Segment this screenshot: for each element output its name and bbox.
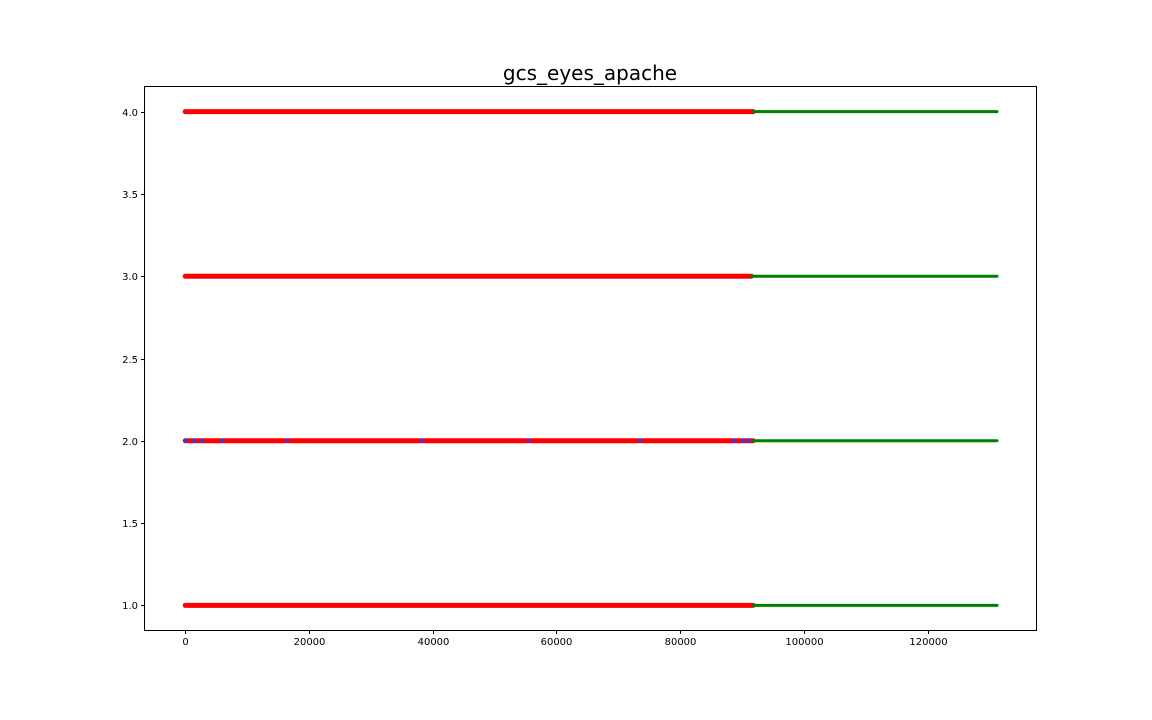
x-tick-label-5: 100000 (785, 637, 823, 648)
x-tick-label-3: 60000 (541, 637, 573, 648)
y-tick-label-4: 3.0 (122, 272, 138, 283)
plot-frame (144, 86, 1037, 631)
series-2-point-10 (746, 438, 751, 443)
y-tick-label-3: 2.5 (122, 355, 138, 366)
y-tick-label-1: 1.5 (122, 519, 138, 530)
series-2-point-8 (732, 438, 737, 443)
chart: 0 20000 40000 60000 80000 100000 120000 1.0 1.5… (0, 0, 1152, 720)
x-tick-label-4: 80000 (665, 637, 697, 648)
scatter-chart: 0 20000 40000 60000 80000 100000 120000 1.0 1.5… (122, 61, 1037, 648)
chart-title: gcs_eyes_apache (503, 61, 677, 85)
y-tick-label-6: 4.0 (122, 108, 138, 119)
series-2-point-9 (741, 438, 746, 443)
series-2-point-5 (419, 438, 424, 443)
series-2-point-0 (183, 438, 188, 443)
series-2-point-6 (526, 438, 531, 443)
series-2-point-1 (191, 438, 196, 443)
series-2-point-2 (199, 438, 204, 443)
x-axis: 0 20000 40000 60000 80000 100000 120000 (182, 630, 948, 648)
series-2-point-3 (220, 438, 225, 443)
series-2-point-4 (285, 438, 290, 443)
y-tick-label-2: 2.0 (122, 437, 138, 448)
x-tick-label-1: 20000 (294, 637, 326, 648)
x-tick-label-0: 0 (182, 637, 188, 648)
series-2-point-7 (638, 438, 642, 443)
x-tick-label-6: 120000 (909, 637, 947, 648)
x-tick-label-2: 40000 (418, 637, 450, 648)
plot-marks (182, 109, 999, 608)
y-axis: 1.0 1.5 2.0 2.5 3.0 3.5 4.0 (122, 108, 145, 612)
y-tick-label-0: 1.0 (122, 601, 138, 612)
y-tick-label-5: 3.5 (122, 190, 138, 201)
